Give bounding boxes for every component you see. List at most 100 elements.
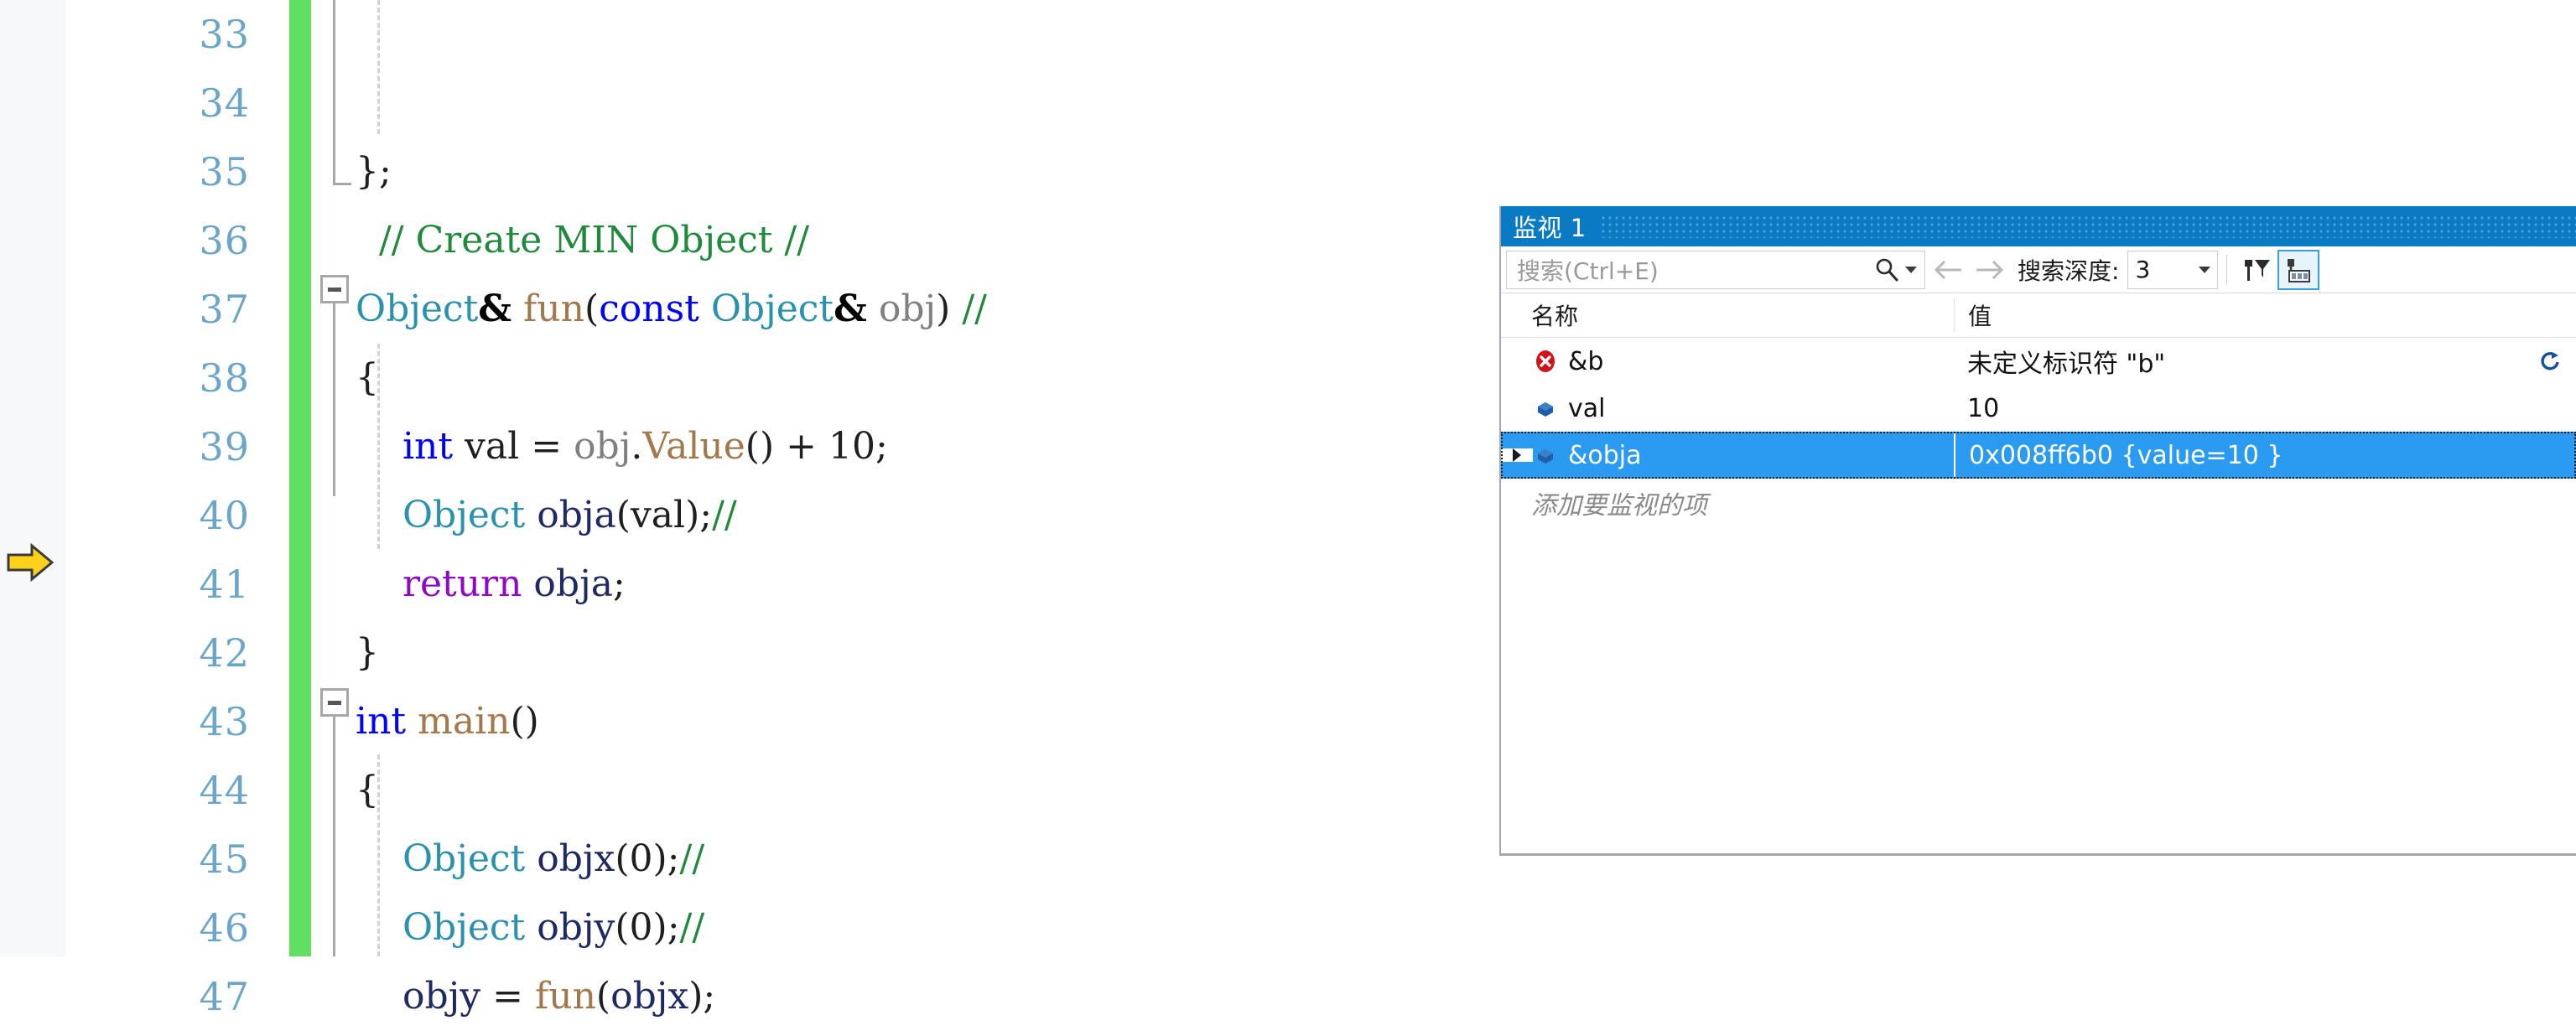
indent-guide xyxy=(377,344,380,549)
code-line[interactable]: } xyxy=(356,619,1488,687)
watch-toolbar[interactable]: 搜索(Ctrl+E) 搜索深度: 3 xyxy=(1501,246,2576,293)
watch-row[interactable]: &b 未定义标识符 "b" xyxy=(1501,338,2576,385)
code-line[interactable]: { xyxy=(356,756,1488,825)
search-next-arrow-icon[interactable] xyxy=(1971,251,2009,289)
watch-row-name-cell[interactable]: &b xyxy=(1501,347,1954,376)
refresh-value-icon[interactable] xyxy=(2537,338,2563,385)
code-token: ); xyxy=(652,906,680,949)
watch-window[interactable]: 监视 1 搜索(Ctrl+E) 搜索深度: 3 名称 值 &b 未定义标识符 "… xyxy=(1499,206,2576,856)
code-token: Value xyxy=(642,425,745,468)
line-number: 40 xyxy=(199,493,250,538)
outlining-column[interactable] xyxy=(319,0,356,956)
code-token: 0 xyxy=(629,906,653,949)
watch-grid-body[interactable]: &b 未定义标识符 "b" val 10 &obja 0x008ff6b0 {value=… xyxy=(1501,338,2576,479)
code-token: int xyxy=(356,700,407,743)
search-previous-arrow-icon[interactable] xyxy=(1929,251,1967,289)
watch-row-name: &b xyxy=(1568,346,1604,376)
code-token: ) xyxy=(936,288,951,330)
code-token: ); xyxy=(688,975,716,1018)
code-token: objx xyxy=(610,975,689,1018)
line-number: 33 xyxy=(199,12,250,57)
line-number: 41 xyxy=(199,562,250,607)
code-token: { xyxy=(356,769,379,811)
outlining-collapse-button[interactable] xyxy=(320,688,349,717)
toolbar-separator xyxy=(2226,254,2228,285)
add-watch-row[interactable]: 添加要监视的项 xyxy=(1501,479,2576,527)
code-line[interactable]: }; xyxy=(356,137,1488,206)
line-number: 37 xyxy=(199,287,250,332)
code-line[interactable]: // Create MIN Object // xyxy=(356,206,1488,275)
watch-row-name-cell[interactable]: &obja xyxy=(1501,441,1954,470)
search-input-placeholder: 搜索(Ctrl+E) xyxy=(1517,256,1659,285)
editor-indicator-margin[interactable] xyxy=(0,0,65,956)
code-token: ( xyxy=(595,975,611,1018)
code-line[interactable]: int main() xyxy=(356,687,1488,756)
line-number: 35 xyxy=(199,149,250,194)
code-token: ); xyxy=(685,494,713,536)
code-token: & xyxy=(478,288,512,330)
watch-row-value[interactable]: 未定义标识符 "b" xyxy=(1954,338,2576,385)
search-depth-chevron-down-icon[interactable] xyxy=(2199,266,2211,273)
search-icon[interactable] xyxy=(1872,256,1901,284)
line-number: 44 xyxy=(199,768,250,813)
column-header-name[interactable]: 名称 xyxy=(1501,298,1954,332)
search-depth-label: 搜索深度: xyxy=(2018,256,2120,285)
watch-row-name-cell[interactable]: val xyxy=(1501,394,1954,423)
code-token: obj xyxy=(878,288,937,330)
line-number-gutter: 33 34 35 36 37 38 39 40 41 42 43 44 45 46 47 xyxy=(64,0,265,1019)
code-line[interactable]: return obja; xyxy=(356,550,1488,619)
code-token: // xyxy=(679,837,705,880)
outlining-guide-line xyxy=(333,0,335,183)
code-token: val xyxy=(465,425,520,468)
line-number: 47 xyxy=(199,974,250,1019)
code-line[interactable]: Object objy(0);// xyxy=(356,894,1488,962)
code-token: = xyxy=(480,975,535,1018)
line-number: 42 xyxy=(199,630,250,676)
code-line[interactable]: Object objx(0);// xyxy=(356,825,1488,894)
watch-row[interactable]: val 10 xyxy=(1501,385,2576,432)
code-token: objx xyxy=(537,837,615,880)
code-line[interactable] xyxy=(356,0,1488,69)
code-token: // xyxy=(679,906,705,949)
watch-window-titlebar[interactable]: 监视 1 xyxy=(1501,206,2576,246)
code-line[interactable] xyxy=(356,69,1488,137)
pin-filter-icon[interactable] xyxy=(2236,250,2277,290)
watch-row-value[interactable]: 10 xyxy=(1954,385,2576,432)
code-token: ; xyxy=(612,562,626,605)
watch-grid[interactable]: 名称 值 &b 未定义标识符 "b" val 10 &obja 0x008ff6b0 {v… xyxy=(1501,293,2576,527)
code-token: ( xyxy=(615,906,630,949)
code-token: int xyxy=(402,425,454,468)
code-line[interactable]: Object obja(val);// xyxy=(356,481,1488,550)
line-number: 46 xyxy=(199,905,250,951)
expand-chevron-right-icon[interactable] xyxy=(1501,448,1533,462)
code-line[interactable]: int val = obj.Value() + 10; xyxy=(356,412,1488,481)
code-token: () + xyxy=(745,425,828,468)
code-line[interactable]: objy = fun(objx); xyxy=(356,962,1488,1031)
watch-row[interactable]: &obja 0x008ff6b0 {value=10 } xyxy=(1501,432,2576,479)
hex-display-toggle-icon[interactable] xyxy=(2277,249,2320,290)
code-token: obj xyxy=(574,425,631,468)
code-text-area[interactable]: }; // Create MIN Object // Object& fun(co… xyxy=(356,0,1488,1018)
indent-guide xyxy=(377,0,380,134)
line-number: 36 xyxy=(199,218,250,263)
search-options-chevron-down-icon[interactable] xyxy=(1903,251,1919,288)
outlining-collapse-button[interactable] xyxy=(320,275,349,303)
code-token: main xyxy=(418,700,511,743)
code-token: () xyxy=(510,700,539,743)
code-token: const xyxy=(599,288,699,330)
code-token: // Create MIN Object // xyxy=(356,219,810,262)
search-depth-select[interactable]: 3 xyxy=(2127,250,2219,289)
titlebar-drag-dots xyxy=(1599,215,2576,238)
code-line[interactable]: Object& fun(const Object& obj) // xyxy=(356,275,1488,344)
code-line[interactable]: { xyxy=(356,344,1488,412)
search-input[interactable]: 搜索(Ctrl+E) xyxy=(1506,250,1925,289)
column-header-value[interactable]: 值 xyxy=(1954,298,2576,332)
watch-row-value[interactable]: 0x008ff6b0 {value=10 } xyxy=(1954,432,2576,479)
line-number: 45 xyxy=(199,837,250,882)
code-token: }; xyxy=(356,150,392,193)
watch-row-name: &obja xyxy=(1568,440,1642,470)
